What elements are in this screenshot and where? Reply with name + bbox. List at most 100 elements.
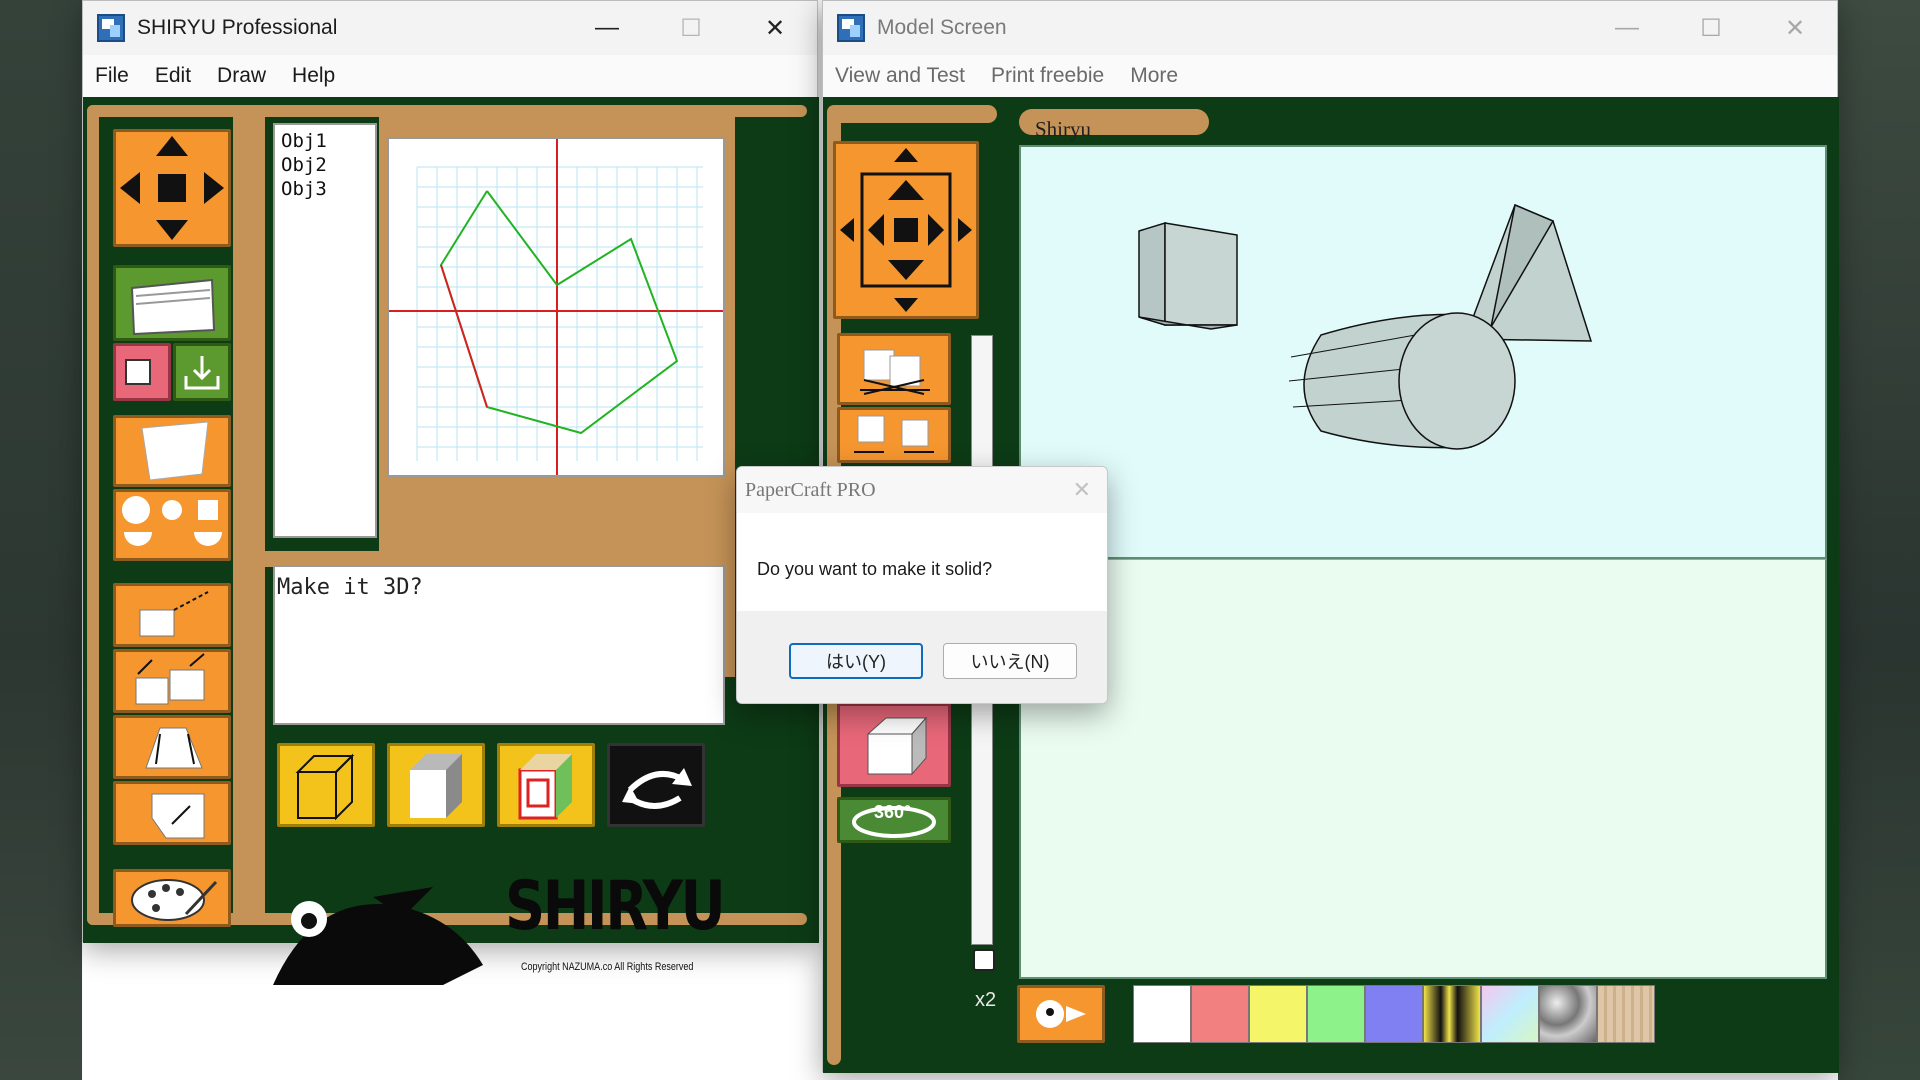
model-titlebar[interactable]: Model Screen — ☐ ✕	[823, 1, 1837, 55]
list-item[interactable]: Obj1	[281, 129, 369, 153]
app-icon	[97, 14, 125, 42]
app-icon	[837, 14, 865, 42]
explode-tool[interactable]	[837, 333, 951, 405]
rotate-label: 360°	[874, 802, 912, 822]
menu-view-and-test[interactable]: View and Test	[835, 64, 965, 88]
paper-tool[interactable]	[113, 415, 231, 487]
close-button[interactable]: ✕	[1753, 1, 1837, 55]
extrude-tool[interactable]	[113, 583, 231, 647]
wireframe-cube-icon	[295, 753, 355, 821]
shiryu-window: SHIRYU Professional — ☐ ✕ File Edit Draw…	[82, 0, 819, 985]
menu-file[interactable]: File	[95, 64, 129, 88]
open-folder-tool[interactable]	[113, 265, 231, 341]
dialog-message: Do you want to make it solid?	[757, 559, 993, 579]
taper-tool[interactable]	[113, 715, 231, 779]
swatch-texture-stone[interactable]	[1539, 985, 1597, 1043]
drawing-grid	[389, 139, 723, 475]
model-3d-viewport[interactable]	[1019, 145, 1827, 559]
download-icon	[184, 356, 220, 390]
zoom-x2-checkbox[interactable]	[973, 949, 995, 971]
textured-cube-icon	[518, 754, 572, 820]
minimize-button[interactable]: —	[1585, 1, 1669, 55]
spread-tool[interactable]	[837, 407, 951, 463]
circle-shapes-icon	[122, 496, 222, 546]
message-text: Make it 3D?	[277, 575, 423, 600]
fold-sheet-icon	[151, 793, 205, 839]
menu-edit[interactable]: Edit	[155, 64, 191, 88]
move-arrows-tool[interactable]	[113, 129, 231, 247]
swatch-white[interactable]	[1133, 985, 1191, 1043]
square-shape-icon	[125, 359, 151, 385]
shiryu-titlebar[interactable]: SHIRYU Professional — ☐ ✕	[83, 1, 817, 55]
window-title: SHIRYU Professional	[137, 16, 338, 39]
close-button[interactable]: ✕	[733, 1, 817, 55]
rotate-arrow-icon	[622, 768, 692, 809]
fold-tool[interactable]	[113, 781, 231, 845]
zoom-label: x2	[975, 989, 997, 1011]
logo-text: SHIRYU	[505, 867, 726, 946]
frame-decoration	[233, 117, 265, 917]
swatch-texture-stripes[interactable]	[1423, 985, 1481, 1043]
model-3d-render	[1138, 203, 1593, 450]
model-ground-view[interactable]	[1019, 559, 1827, 979]
color-fill-tool[interactable]	[837, 703, 951, 787]
list-item[interactable]: Obj3	[281, 177, 369, 201]
desktop-background-right	[1838, 0, 1920, 1080]
scale-tool[interactable]	[113, 649, 231, 713]
separate-cubes-icon	[860, 349, 930, 395]
maximize-button[interactable]: ☐	[1669, 1, 1753, 55]
drawing-canvas[interactable]	[387, 137, 725, 477]
window-title: Model Screen	[877, 16, 1007, 39]
menu-print-freebie[interactable]: Print freebie	[991, 64, 1104, 88]
swatch-yellow[interactable]	[1249, 985, 1307, 1043]
minimize-button[interactable]: —	[565, 1, 649, 55]
swatch-red[interactable]	[1191, 985, 1249, 1043]
pyramid-icon	[145, 727, 203, 769]
paint-palette-icon	[131, 879, 218, 921]
swatch-texture-rainbow[interactable]	[1481, 985, 1539, 1043]
fill-cube-icon	[866, 716, 928, 776]
menu-help[interactable]: Help	[292, 64, 335, 88]
shiryu-workspace: Obj1 Obj2 Obj3 Make it 3D? SHIRYU Copyri…	[83, 97, 819, 985]
dialog-no-button[interactable]: いいえ(N)	[943, 643, 1077, 679]
solid-view-button[interactable]	[387, 743, 485, 827]
wireframe-view-button[interactable]	[277, 743, 375, 827]
dialog-title: PaperCraft PRO	[737, 467, 1107, 513]
frame-decoration	[827, 105, 997, 123]
copyright-text: Copyright NAZUMA.co All Rights Reserved	[521, 961, 694, 973]
import-tool[interactable]	[173, 343, 231, 401]
object-list[interactable]: Obj1 Obj2 Obj3	[273, 123, 377, 538]
frame-decoration	[87, 105, 807, 117]
folder-icon	[130, 278, 216, 336]
swatch-green[interactable]	[1307, 985, 1365, 1043]
swatch-texture-wood[interactable]	[1597, 985, 1655, 1043]
shiryu-logo-area: SHIRYU Copyright NAZUMA.co All Rights Re…	[273, 867, 733, 985]
extrude-box-icon	[139, 591, 209, 637]
shiryu-menubar: File Edit Draw Help	[83, 55, 817, 97]
maximize-button[interactable]: ☐	[649, 1, 733, 55]
paper-sheet-icon	[141, 421, 209, 481]
camera-move-tool[interactable]	[833, 141, 979, 319]
view-label: Shiryu	[1035, 117, 1092, 141]
menu-more[interactable]: More	[1130, 64, 1178, 88]
primitive-shapes-tool[interactable]	[113, 489, 231, 561]
confirm-dialog: PaperCraft PRO ✕ Do you want to make it …	[736, 466, 1108, 704]
model-menubar: View and Test Print freebie More	[823, 55, 1837, 97]
frame-decoration	[87, 105, 99, 925]
move-arrows-icon	[120, 136, 224, 240]
message-text-area[interactable]: Make it 3D?	[273, 565, 725, 725]
list-item[interactable]: Obj2	[281, 153, 369, 177]
texture-view-button[interactable]	[497, 743, 595, 827]
rotate-view-button[interactable]	[607, 743, 705, 827]
solid-cube-icon	[410, 754, 462, 818]
swatch-blue[interactable]	[1365, 985, 1423, 1043]
spread-arrows-icon	[854, 415, 934, 453]
menu-draw[interactable]: Draw	[217, 64, 266, 88]
palette-tool[interactable]	[113, 869, 231, 927]
rotate-360-button[interactable]: 360°	[837, 797, 951, 843]
dialog-yes-button[interactable]: はい(Y)	[789, 643, 923, 679]
shape-tool[interactable]	[113, 343, 171, 401]
dialog-close-icon[interactable]: ✕	[1073, 477, 1091, 503]
screenshot-button[interactable]	[1017, 985, 1105, 1043]
scale-box-icon	[135, 653, 205, 705]
